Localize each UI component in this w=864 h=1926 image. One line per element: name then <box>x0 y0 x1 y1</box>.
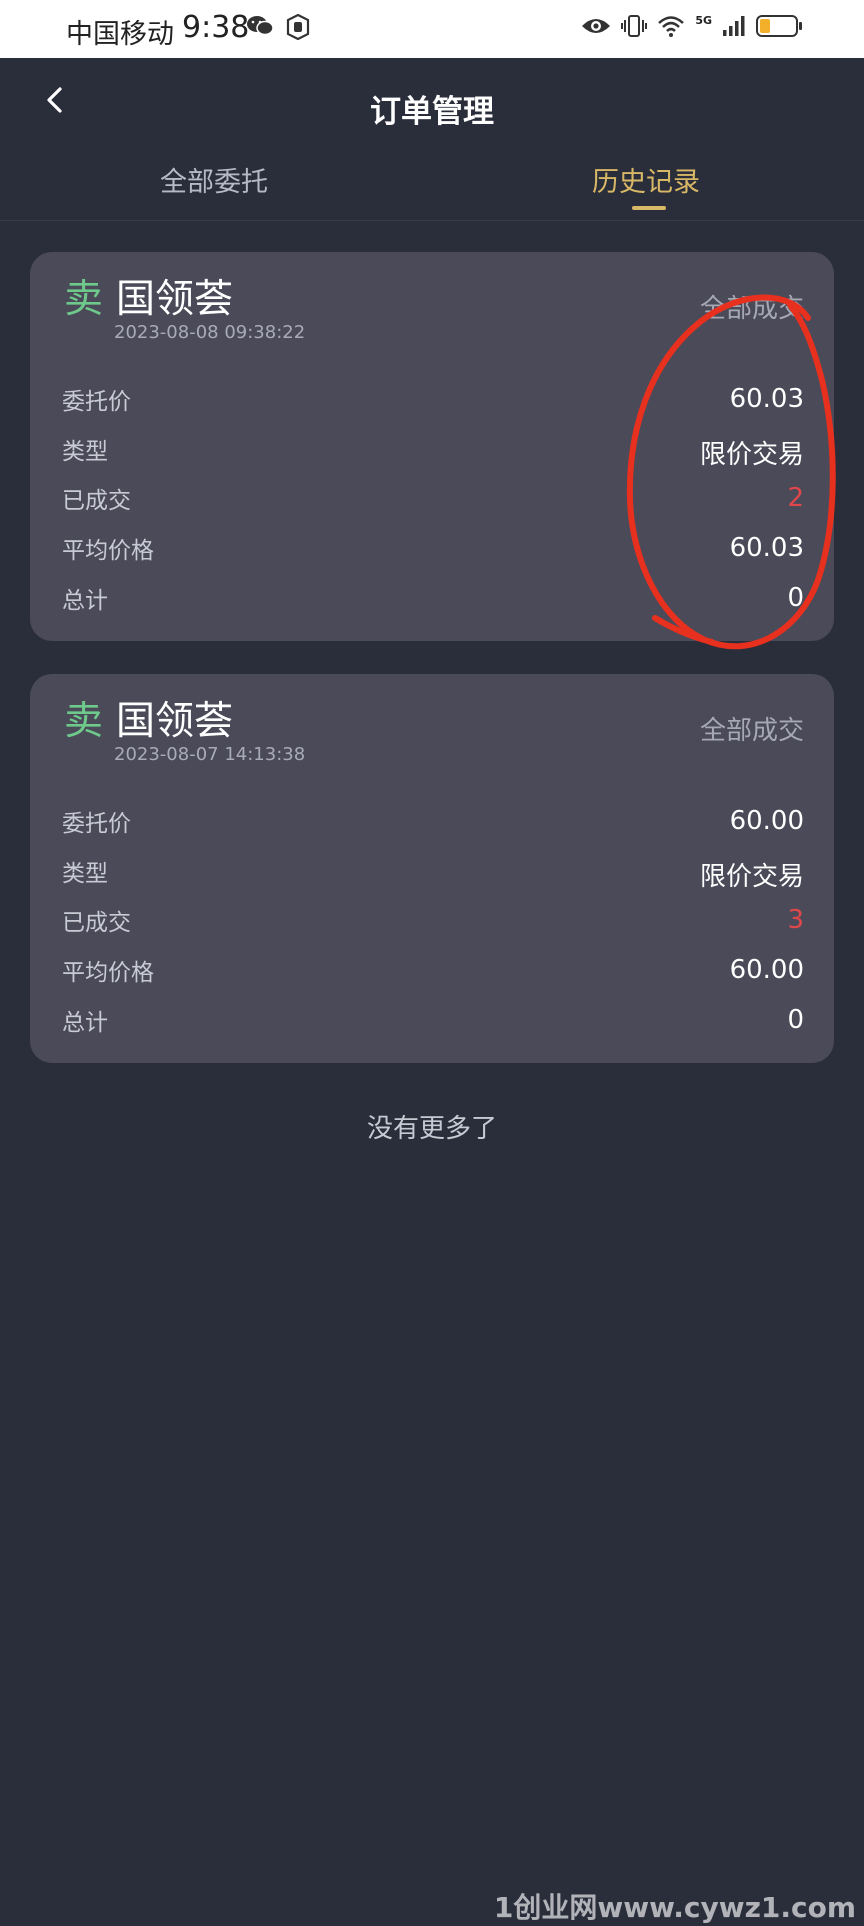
avg-price-value: 60.00 <box>729 955 804 985</box>
avg-price-label: 平均价格 <box>62 960 154 986</box>
total-label: 总计 <box>62 1010 108 1036</box>
tab-history[interactable]: 历史记录 <box>592 160 700 199</box>
order-card[interactable]: 卖 国领荟 2023-08-08 09:38:22 全部成交 委托价 60.03… <box>30 252 834 641</box>
tab-all-orders[interactable]: 全部委托 <box>160 160 268 199</box>
shield-hand-icon <box>286 13 310 44</box>
order-time: 2023-08-07 14:13:38 <box>114 744 306 765</box>
filled-value: 3 <box>787 905 804 935</box>
total-value: 0 <box>787 1005 804 1035</box>
type-label: 类型 <box>62 861 108 887</box>
type-value: 限价交易 <box>699 440 804 470</box>
filled-label: 已成交 <box>62 488 131 514</box>
filled-label: 已成交 <box>62 910 131 936</box>
price-label: 委托价 <box>62 811 131 837</box>
status-bar: 中国移动 9:38 5G <box>0 0 864 58</box>
product-name: 国领荟 <box>116 699 234 744</box>
order-time: 2023-08-08 09:38:22 <box>114 322 306 343</box>
battery-icon <box>756 14 804 42</box>
clock: 9:38 <box>182 10 250 45</box>
type-value: 限价交易 <box>699 862 804 892</box>
vibrate-icon <box>621 13 648 43</box>
order-card[interactable]: 卖 国领荟 2023-08-07 14:13:38 全部成交 委托价 60.00… <box>30 674 834 1063</box>
signal-icon <box>722 14 746 42</box>
price-label: 委托价 <box>62 389 131 415</box>
order-side: 卖 <box>64 699 104 744</box>
wifi-icon <box>657 14 685 42</box>
page-title: 订单管理 <box>370 94 494 130</box>
network-type: 5G <box>695 13 712 27</box>
avg-price-label: 平均价格 <box>62 538 154 564</box>
filled-value: 2 <box>787 483 804 513</box>
active-tab-indicator <box>632 206 666 210</box>
total-value: 0 <box>787 583 804 613</box>
no-more-text: 没有更多了 <box>366 1114 497 1144</box>
wechat-icon <box>246 14 274 44</box>
eye-icon <box>581 16 611 40</box>
price-value: 60.00 <box>729 806 804 836</box>
avg-price-value: 60.03 <box>729 533 804 563</box>
total-label: 总计 <box>62 588 108 614</box>
watermark: 1创业网www.cywz1.com <box>493 1891 856 1924</box>
order-side: 卖 <box>64 277 104 322</box>
carrier-label: 中国移动 <box>66 19 174 50</box>
order-status: 全部成交 <box>699 294 804 324</box>
type-label: 类型 <box>62 439 108 465</box>
order-status: 全部成交 <box>699 716 804 746</box>
tab-bar: 全部委托 历史记录 <box>0 148 864 221</box>
header: 订单管理 <box>0 58 864 148</box>
price-value: 60.03 <box>729 384 804 414</box>
product-name: 国领荟 <box>116 277 234 322</box>
